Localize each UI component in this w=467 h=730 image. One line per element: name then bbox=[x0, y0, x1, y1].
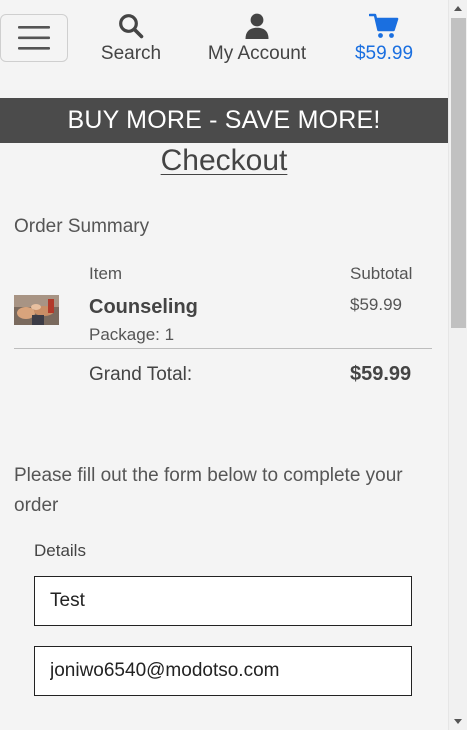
promo-banner: BUY MORE - SAVE MORE! bbox=[0, 98, 448, 143]
counseling-thumbnail bbox=[14, 295, 59, 325]
page-title: Checkout bbox=[160, 144, 288, 177]
search-icon bbox=[118, 10, 144, 42]
email-field[interactable] bbox=[34, 646, 412, 696]
grand-total-value: $59.99 bbox=[350, 363, 412, 385]
details-section-label: Details bbox=[34, 541, 86, 560]
column-header-item: Item bbox=[89, 264, 123, 283]
site-header: Search My Account $59.99 bbox=[0, 0, 448, 98]
cart-total-label: $59.99 bbox=[354, 43, 414, 64]
order-item-name: Counseling bbox=[89, 296, 198, 318]
nav-search[interactable]: Search bbox=[101, 10, 161, 66]
nav-my-account-label: My Account bbox=[207, 43, 307, 64]
nav-cart[interactable]: $59.99 bbox=[350, 10, 418, 66]
form-instructions: Please fill out the form below to comple… bbox=[14, 465, 403, 516]
user-icon bbox=[245, 10, 269, 42]
page-scrollbar[interactable] bbox=[448, 0, 467, 730]
scrollbar-thumb[interactable] bbox=[451, 18, 466, 328]
name-field[interactable] bbox=[34, 576, 412, 626]
order-item-subtotal: $59.99 bbox=[350, 295, 402, 314]
cart-icon bbox=[369, 10, 399, 42]
order-summary-heading: Order Summary bbox=[14, 216, 150, 237]
checkout-page: Search My Account $59.99 BUY MORE - SAVE… bbox=[0, 0, 448, 730]
menu-button[interactable] bbox=[0, 14, 68, 62]
order-item-package: Package: 1 bbox=[89, 325, 175, 344]
grand-total-label: Grand Total: bbox=[89, 364, 193, 385]
scroll-down-arrow-icon[interactable] bbox=[454, 719, 462, 724]
promo-banner-text: BUY MORE - SAVE MORE! bbox=[67, 106, 381, 134]
hamburger-menu-icon bbox=[18, 26, 50, 50]
scroll-up-arrow-icon[interactable] bbox=[454, 6, 462, 11]
column-header-subtotal: Subtotal bbox=[350, 264, 413, 283]
nav-my-account[interactable]: My Account bbox=[204, 10, 310, 66]
summary-divider bbox=[14, 348, 432, 349]
nav-search-label: Search bbox=[100, 43, 162, 64]
